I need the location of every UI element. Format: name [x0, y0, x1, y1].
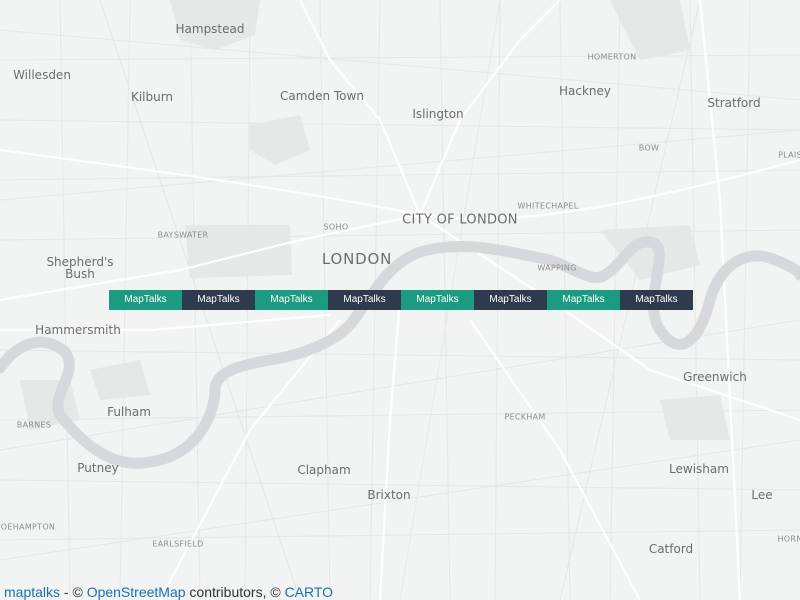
place-label-greenwich: Greenwich [683, 370, 747, 384]
place-label-putney: Putney [77, 461, 119, 475]
place-label-fulham: Fulham [107, 405, 151, 419]
place-label-bow: BOW [638, 143, 660, 153]
place-label-horn: HORN [777, 534, 800, 544]
place-label-camden-town: Camden Town [280, 89, 364, 103]
place-label-hammersmith: Hammersmith [35, 323, 121, 337]
openstreetmap-link[interactable]: OpenStreetMap [87, 584, 186, 600]
carto-link[interactable]: CARTO [285, 584, 334, 600]
toolbar-button-4[interactable]: MapTalks [328, 290, 401, 310]
map-attribution: maptalks - © OpenStreetMap contributors,… [4, 584, 333, 600]
place-label-kilburn: Kilburn [130, 90, 174, 104]
attribution-contributors-text: contributors, © [185, 584, 285, 600]
place-label-london: LONDON [321, 250, 393, 268]
place-label-shepherds-bush: Shepherd's Bush [46, 255, 114, 281]
place-label-hackney: Hackney [558, 84, 612, 98]
place-label-whitechapel: WHITECHAPEL [517, 201, 579, 211]
place-label-hampstead: Hampstead [175, 22, 245, 36]
place-label-lee: Lee [751, 488, 773, 502]
toolbar-button-5[interactable]: MapTalks [401, 290, 474, 310]
place-label-homerton: HOMERTON [587, 52, 637, 62]
place-label-clapham: Clapham [297, 463, 351, 477]
place-label-oehampton: OEHAMPTON [0, 522, 56, 532]
place-label-willesden: Willesden [13, 68, 71, 82]
place-label-peckham: PECKHAM [504, 412, 546, 422]
place-label-earlsfield: EARLSFIELD [152, 539, 204, 549]
toolbar-button-8[interactable]: MapTalks [620, 290, 693, 310]
place-label-barnes: BARNES [16, 420, 52, 430]
place-label-plais: PLAIS [778, 150, 800, 160]
toolbar-button-1[interactable]: MapTalks [109, 290, 182, 310]
place-label-brixton: Brixton [367, 488, 411, 502]
toolbar-button-3[interactable]: MapTalks [255, 290, 328, 310]
place-label-wapping: WAPPING [537, 263, 577, 273]
place-label-stratford: Stratford [707, 96, 761, 110]
place-label-bayswater: BAYSWATER [157, 230, 209, 240]
attribution-separator: - © [60, 584, 87, 600]
toolbar-button-7[interactable]: MapTalks [547, 290, 620, 310]
place-label-catford: Catford [648, 542, 694, 556]
toolbar-button-6[interactable]: MapTalks [474, 290, 547, 310]
place-label-soho: SOHO [323, 222, 349, 232]
toolbar-button-2[interactable]: MapTalks [182, 290, 255, 310]
maptalks-link[interactable]: maptalks [4, 584, 60, 600]
place-label-city-of-london: CITY OF LONDON [402, 212, 518, 228]
maptalks-toolbar: MapTalks MapTalks MapTalks MapTalks MapT… [109, 290, 693, 310]
place-label-islington: Islington [412, 107, 464, 121]
place-label-lewisham: Lewisham [669, 462, 729, 476]
